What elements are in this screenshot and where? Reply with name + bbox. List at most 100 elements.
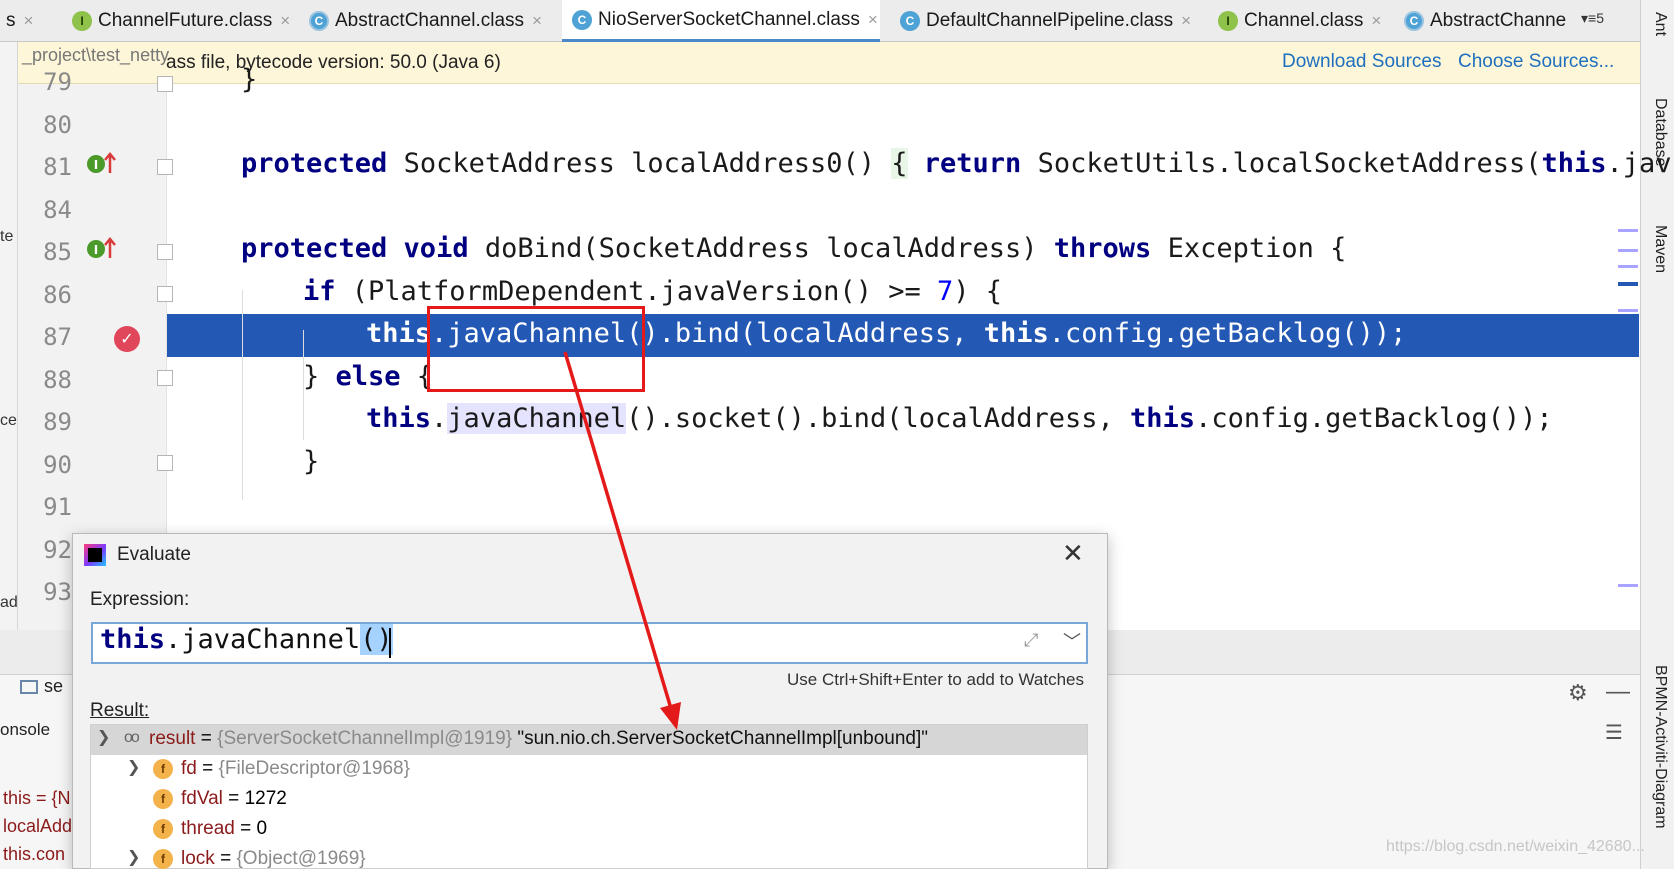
history-dropdown-icon[interactable]: ﹀	[1063, 628, 1081, 654]
tab-channel[interactable]: I Channel.class ×	[1212, 0, 1400, 42]
intellij-logo-icon	[84, 544, 106, 566]
editor-tab-bar: s × I ChannelFuture.class × C AbstractCh…	[0, 0, 1640, 42]
close-icon[interactable]: ×	[532, 11, 542, 31]
console-tab[interactable]: onsole	[0, 720, 50, 740]
code-line: }	[303, 446, 320, 477]
minimize-icon[interactable]: —	[1606, 678, 1630, 706]
caret-stripe-mark[interactable]	[1618, 282, 1638, 286]
tab-label: NioServerSocketChannel.class	[598, 8, 860, 30]
line-number: 84	[43, 196, 72, 224]
close-icon[interactable]: ×	[280, 11, 290, 31]
result-field-row[interactable]: ❯ f fd = {FileDescriptor@1968}	[91, 755, 1087, 785]
fold-marker-icon[interactable]	[157, 370, 173, 386]
error-stripe-mark[interactable]	[1618, 249, 1638, 252]
tab-overflow-button[interactable]: ▾≡5	[1581, 10, 1604, 27]
chevron-down-icon[interactable]: ❯	[97, 727, 110, 747]
result-field-row[interactable]: f thread = 0	[91, 815, 1087, 845]
tab-label: AbstractChanne	[1430, 10, 1567, 31]
left-strip-label: ad	[0, 594, 18, 611]
choose-sources-link[interactable]: Choose Sources...	[1458, 51, 1614, 73]
line-number: 92	[43, 536, 72, 564]
left-strip-label: te	[0, 228, 14, 245]
line-number: 88	[43, 366, 72, 394]
line-number: 86	[43, 281, 72, 309]
fold-marker-icon[interactable]	[157, 455, 173, 471]
error-stripe-mark[interactable]	[1618, 584, 1638, 587]
tab-channelfuture[interactable]: I ChannelFuture.class ×	[70, 0, 292, 42]
watch-result-icon: oo	[124, 729, 140, 746]
fold-marker-icon[interactable]	[157, 286, 173, 302]
layout-icon[interactable]: ☰	[1605, 720, 1623, 745]
code-line: protected void doBind(SocketAddress loca…	[241, 233, 1347, 264]
tab-defaultchannelpipeline[interactable]: C DefaultChannelPipeline.class ×	[894, 0, 1204, 42]
error-stripe-mark[interactable]	[1618, 265, 1638, 268]
ant-tool-button[interactable]: Ant	[1651, 12, 1669, 36]
tab-abstractchannel[interactable]: C AbstractChannel.class ×	[307, 0, 557, 42]
field-icon: f	[153, 759, 173, 779]
gear-icon[interactable]: ⚙	[1568, 680, 1588, 706]
close-icon[interactable]: ×	[868, 10, 878, 30]
fold-expand-icon[interactable]	[157, 159, 173, 175]
annotation-box	[427, 306, 645, 392]
interface-icon: I	[1218, 11, 1238, 31]
tab-label: Channel.class	[1244, 10, 1364, 31]
line-number: 79	[43, 68, 72, 96]
implements-method-icon[interactable]: I	[86, 151, 118, 177]
decompiled-banner: _project\test_netty ass file, bytecode v…	[18, 42, 1640, 84]
tab-nioserversocketchannel[interactable]: C NioServerSocketChannel.class ×	[562, 0, 880, 42]
chevron-right-icon[interactable]: ❯	[127, 847, 140, 867]
right-tool-strip: Ant Database Maven BPMN-Activiti-Diagram	[1640, 0, 1674, 869]
download-sources-link[interactable]: Download Sources	[1282, 51, 1441, 73]
project-path-tooltip: _project\test_netty	[18, 45, 174, 66]
banner-message: ass file, bytecode version: 50.0 (Java 6…	[166, 52, 501, 73]
line-number: 81	[43, 153, 72, 181]
abstract-class-icon: C	[1404, 11, 1424, 31]
line-number: 90	[43, 451, 72, 479]
line-number: 91	[43, 493, 72, 521]
expression-text[interactable]: this.javaChannel()	[100, 624, 393, 655]
indent-guide	[242, 290, 243, 500]
variable-row[interactable]: localAdd	[3, 816, 72, 837]
watches-hint: Use Ctrl+Shift+Enter to add to Watches	[787, 670, 1085, 689]
tab-abstractchannel-2[interactable]: C AbstractChanne	[1400, 0, 1600, 42]
text-caret	[389, 628, 391, 658]
field-icon: f	[153, 819, 173, 839]
code-line: if (PlatformDependent.javaVersion() >= 7…	[303, 276, 1003, 307]
abstract-class-icon: C	[309, 11, 329, 31]
close-icon[interactable]: ✕	[1062, 538, 1084, 569]
tab-truncated[interactable]: s ×	[0, 0, 70, 42]
variable-row[interactable]: this.con	[3, 844, 65, 865]
fold-marker-icon[interactable]	[157, 244, 173, 260]
line-number: 85	[43, 238, 72, 266]
error-stripe-mark[interactable]	[1618, 229, 1638, 232]
debug-session-tab[interactable]: se	[20, 676, 63, 697]
implements-method-icon[interactable]: I	[86, 236, 118, 262]
breakpoint-icon[interactable]: ✓	[114, 326, 140, 352]
result-row[interactable]: ❯ oo result = {ServerSocketChannelImpl@1…	[91, 725, 1087, 755]
field-icon: f	[153, 789, 173, 809]
svg-text:I: I	[94, 243, 98, 257]
result-field-row[interactable]: ❯ f lock = {Object@1969}	[91, 845, 1087, 869]
left-strip-label: ces	[0, 412, 17, 429]
chevron-right-icon[interactable]: ❯	[127, 757, 140, 777]
bpmn-tool-button[interactable]: BPMN-Activiti-Diagram	[1651, 665, 1669, 829]
dialog-title: Evaluate	[117, 544, 191, 565]
result-field-row[interactable]: f fdVal = 1272	[91, 785, 1087, 815]
code-line: } else {	[303, 361, 434, 392]
close-icon[interactable]: ×	[1371, 11, 1381, 31]
field-icon: f	[153, 849, 173, 869]
variable-row[interactable]: this = {N	[3, 788, 71, 809]
error-stripe-mark[interactable]	[1618, 309, 1638, 312]
tab-label: AbstractChannel.class	[335, 10, 525, 31]
line-number: 89	[43, 408, 72, 436]
class-icon: C	[572, 9, 592, 30]
close-icon[interactable]: ×	[24, 11, 34, 31]
tab-label: DefaultChannelPipeline.class	[926, 10, 1174, 31]
code-line: protected SocketAddress localAddress0() …	[241, 148, 1672, 179]
close-icon[interactable]: ×	[1181, 11, 1191, 31]
maven-tool-button[interactable]: Maven	[1651, 225, 1669, 273]
fold-marker-icon[interactable]	[157, 76, 173, 92]
line-number: 93	[43, 578, 72, 606]
expand-icon[interactable]: ⤢	[1024, 630, 1038, 651]
tab-label: s	[6, 10, 16, 31]
